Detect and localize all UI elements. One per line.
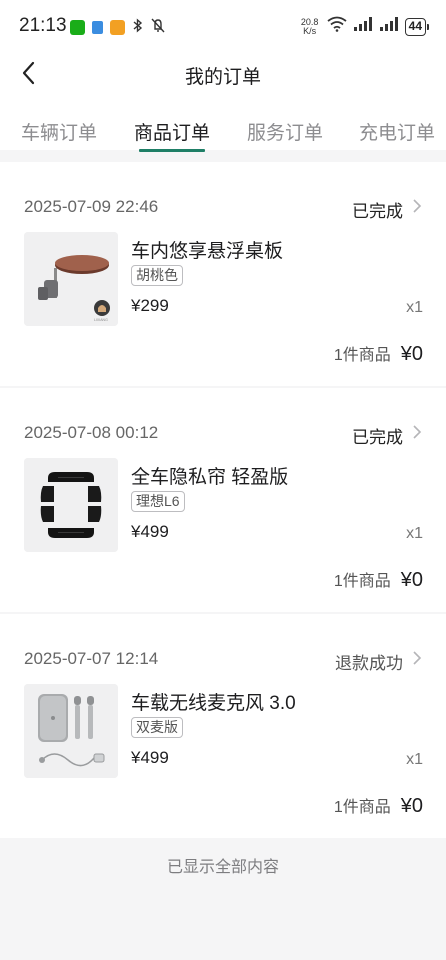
- mute-icon: [151, 18, 165, 36]
- signal-icon-2: [379, 16, 399, 37]
- net-speed: 20.8 K/s: [299, 17, 321, 36]
- product-quantity: x1: [406, 299, 423, 316]
- order-summary: 1件商品 ¥0: [334, 341, 423, 366]
- order-total: ¥0: [400, 343, 423, 365]
- order-status: 已完成: [352, 202, 403, 221]
- tab-vehicle-orders[interactable]: 车辆订单: [21, 118, 97, 145]
- order-total: ¥0: [400, 795, 423, 817]
- chevron-right-icon[interactable]: [410, 647, 424, 669]
- thumb-brand-text: LIXIANG: [94, 318, 108, 322]
- product-thumbnail[interactable]: [24, 458, 118, 552]
- end-of-list-text: 已显示全部内容: [166, 859, 279, 876]
- product-price: ¥499: [131, 522, 169, 541]
- product-quantity: x1: [406, 525, 423, 542]
- active-tab-indicator: [139, 149, 205, 152]
- product-name: 车载无线麦克风 3.0: [131, 693, 296, 714]
- product-name: 全车隐私帘 轻盈版: [131, 467, 289, 488]
- privacy-curtain-image: [24, 458, 118, 552]
- order-status: 退款成功: [335, 654, 403, 673]
- tab-service-orders[interactable]: 服务订单: [247, 118, 323, 145]
- chevron-right-icon[interactable]: [410, 195, 424, 217]
- order-summary: 1件商品 ¥0: [334, 567, 423, 592]
- order-date: 2025-07-07 12:14: [24, 649, 159, 668]
- item-count: 1件商品: [333, 347, 391, 364]
- product-price: ¥499: [131, 748, 169, 767]
- product-variant-tag: 理想L6: [131, 491, 185, 512]
- order-date: 2025-07-08 00:12: [24, 423, 159, 442]
- order-date: 2025-07-09 22:46: [24, 197, 159, 216]
- product-price: ¥299: [131, 296, 169, 315]
- wifi-icon: [327, 16, 347, 37]
- net-speed-unit: K/s: [303, 25, 317, 36]
- order-status: 已完成: [352, 428, 403, 447]
- battery-indicator: 44: [404, 17, 430, 36]
- item-count: 1件商品: [333, 799, 391, 816]
- chevron-right-icon[interactable]: [410, 421, 424, 443]
- status-bar: 21:13 20.8 K/s 44: [0, 0, 446, 52]
- order-total: ¥0: [400, 569, 423, 591]
- product-quantity: x1: [406, 751, 423, 768]
- product-variant-tag: 胡桃色: [131, 265, 183, 286]
- wireless-microphone-image: [24, 684, 118, 778]
- product-name: 车内悠享悬浮桌板: [131, 241, 284, 262]
- bluetooth-icon: [132, 18, 144, 36]
- store-icon: [110, 19, 125, 35]
- wechat-icon: [70, 19, 85, 35]
- order-card[interactable]: 2025-07-08 00:12 已完成 全车隐私帘 轻盈版 理想L6 ¥499…: [0, 388, 446, 612]
- item-count: 1件商品: [333, 573, 391, 590]
- status-right: 20.8 K/s 44: [299, 16, 430, 37]
- notification-icons: [70, 18, 165, 36]
- product-variant-tag: 双麦版: [131, 717, 183, 738]
- order-tabs: 车辆订单 商品订单 服务订单 充电订单: [0, 118, 446, 152]
- status-time: 21:13: [19, 15, 67, 36]
- order-card[interactable]: 2025-07-09 22:46 已完成 LIXIANG 车内悠享悬浮桌板 胡桃…: [0, 162, 446, 386]
- signal-icon: [353, 16, 373, 37]
- product-thumbnail[interactable]: [24, 684, 118, 778]
- tab-product-orders[interactable]: 商品订单: [134, 118, 210, 145]
- product-thumbnail[interactable]: LIXIANG: [24, 232, 118, 326]
- tab-charging-orders[interactable]: 充电订单: [359, 118, 435, 145]
- order-summary: 1件商品 ¥0: [334, 793, 423, 818]
- header: 我的订单 车辆订单 商品订单 服务订单 充电订单: [0, 52, 446, 152]
- app-icon: [92, 20, 103, 34]
- page-title: 我的订单: [184, 67, 261, 88]
- floating-table-image: LIXIANG: [24, 232, 118, 326]
- order-card[interactable]: 2025-07-07 12:14 退款成功 车载无线麦克风 3.0 双麦版 ¥4…: [0, 614, 446, 838]
